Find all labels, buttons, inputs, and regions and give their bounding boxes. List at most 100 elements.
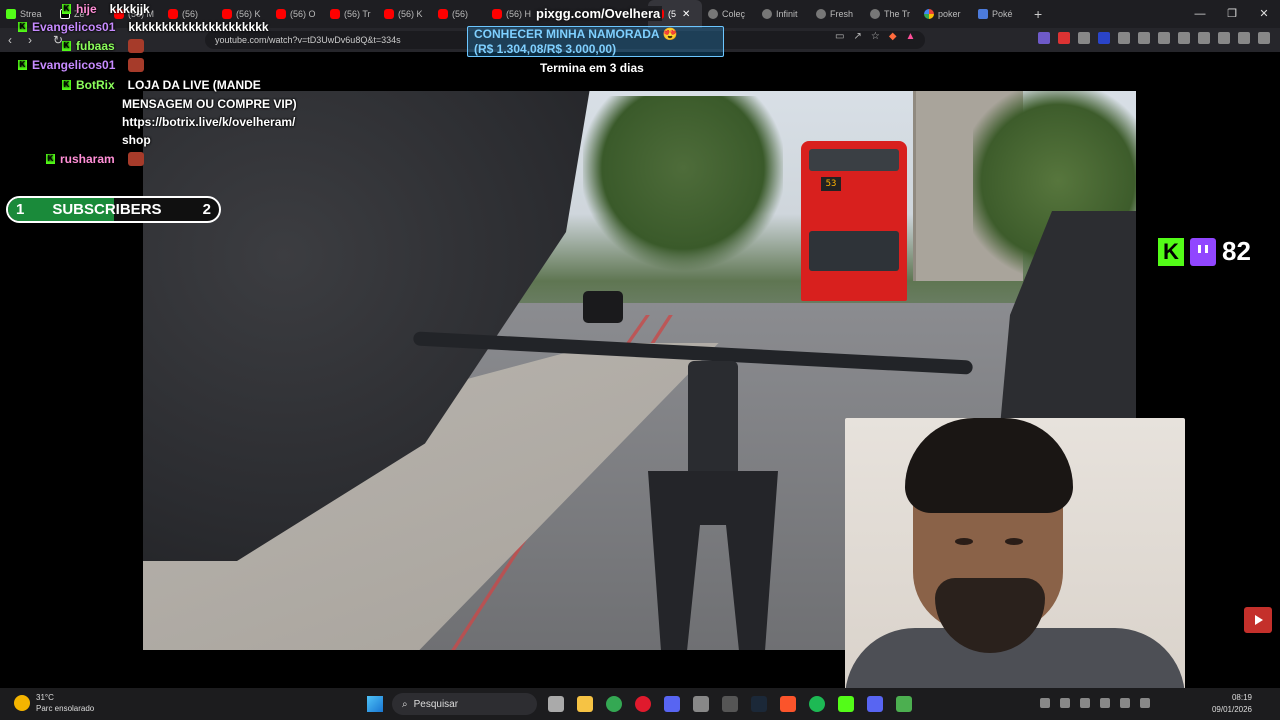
chat-text: kkkkkkkkkkkkkkkkkkkkk	[128, 20, 269, 34]
sidebar-icon[interactable]	[1178, 32, 1190, 44]
weather-temp: 31°C	[36, 693, 54, 702]
webcam-eye	[1005, 538, 1023, 545]
tab-label: (56)	[452, 9, 469, 19]
browser-tab[interactable]: (56) K	[378, 0, 432, 28]
discord-icon[interactable]	[867, 696, 883, 712]
opera-icon[interactable]	[635, 696, 651, 712]
leo-ai-icon[interactable]	[1218, 32, 1230, 44]
close-window-button[interactable]: ✕	[1248, 0, 1280, 28]
share-icon[interactable]: ↗	[853, 31, 861, 42]
spotify-icon[interactable]	[809, 696, 825, 712]
kick-badge-icon: K	[18, 60, 27, 70]
minimize-button[interactable]: —	[1184, 0, 1216, 28]
webcam-hair	[905, 418, 1073, 513]
chrome-icon[interactable]	[606, 696, 622, 712]
generic-favicon-icon	[708, 9, 718, 19]
app-icon[interactable]	[838, 696, 854, 712]
volume-icon[interactable]	[1140, 698, 1150, 708]
browser-tab[interactable]: Infinit	[756, 0, 810, 28]
start-button[interactable]	[367, 696, 383, 712]
extension-icon[interactable]	[1038, 32, 1050, 44]
browser-tab[interactable]: (56) Tr	[324, 0, 378, 28]
kick-badge-icon: K	[46, 154, 55, 164]
tab-label: (5	[668, 9, 677, 19]
chat-username[interactable]: BotRix	[76, 78, 115, 92]
extension-icon[interactable]	[1058, 32, 1070, 44]
chat-message: Kfubaas	[62, 39, 144, 53]
weather-icon	[14, 695, 30, 711]
tab-label: Coleç	[722, 9, 746, 19]
blue-favicon-icon	[978, 9, 988, 19]
viewer-count-value: 82	[1222, 236, 1251, 266]
chat-username[interactable]: Evangelicos01	[32, 58, 115, 72]
brave-rewards-icon[interactable]: ▲	[906, 31, 916, 42]
extension-icon[interactable]	[1098, 32, 1110, 44]
chat-username[interactable]: hije	[76, 2, 97, 16]
browser-tab[interactable]: Coleç	[702, 0, 756, 28]
cast-icon[interactable]: ▭	[835, 31, 844, 42]
tray-icon[interactable]	[1080, 698, 1090, 708]
chat-text: kkkkjjk	[109, 2, 150, 16]
bookmark-star-icon[interactable]: ☆	[871, 31, 880, 42]
chat-username[interactable]: fubaas	[76, 39, 115, 53]
brave-shield-icon[interactable]: ◆	[889, 31, 897, 42]
browser-tab[interactable]: (56) O	[270, 0, 324, 28]
app-icon[interactable]	[664, 696, 680, 712]
app-icon[interactable]	[693, 696, 709, 712]
extension-icon[interactable]	[1118, 32, 1130, 44]
close-tab-icon[interactable]: ✕	[682, 9, 690, 20]
generic-favicon-icon	[870, 9, 880, 19]
goal-amount: (R$ 1.304,08/R$ 3.000,00)	[474, 42, 617, 56]
menu-icon[interactable]	[1258, 32, 1270, 44]
file-explorer-icon[interactable]	[577, 696, 593, 712]
taskbar-search[interactable]: ⌕ Pesquisar	[392, 693, 537, 715]
youtube-favicon-icon	[330, 9, 340, 19]
youtube-favicon-icon	[438, 9, 448, 19]
wifi-icon[interactable]	[1120, 698, 1130, 708]
browser-tab[interactable]: Poké	[972, 0, 1026, 28]
back-button[interactable]: ‹	[0, 33, 20, 47]
weather-widget[interactable]: 31°C Parc ensolarado	[14, 692, 94, 714]
browser-tab[interactable]: Fresh	[810, 0, 864, 28]
youtube-favicon-icon	[384, 9, 394, 19]
wallet-icon[interactable]	[1198, 32, 1210, 44]
chat-text: shop	[122, 133, 151, 147]
tray-icon[interactable]	[1100, 698, 1110, 708]
maximize-button[interactable]: ❐	[1216, 0, 1248, 28]
brave-icon[interactable]	[780, 696, 796, 712]
task-view-icon[interactable]	[548, 696, 564, 712]
taskbar-apps	[548, 696, 912, 712]
chat-username[interactable]: rusharam	[60, 152, 115, 166]
chat-text: LOJA DA LIVE (MANDE	[127, 78, 261, 92]
chat-username[interactable]: Evangelicos01	[32, 20, 115, 34]
forward-button[interactable]: ›	[20, 33, 40, 47]
kick-favicon-icon	[6, 9, 16, 19]
chat-text: MENSAGEM OU COMPRE VIP)	[122, 97, 297, 111]
chat-message: Khije kkkkjjk	[62, 2, 150, 16]
new-tab-button[interactable]: +	[1026, 6, 1050, 22]
chat-emote-icon	[128, 58, 145, 72]
tray-icon[interactable]	[1060, 698, 1070, 708]
app-icon[interactable]	[722, 696, 738, 712]
goal-title: CONHECER MINHA NAMORADA 😍	[474, 27, 678, 41]
browser-tab[interactable]: poker	[918, 0, 972, 28]
chat-message: K Evangelicos01 kkkkkkkkkkkkkkkkkkkkk	[18, 20, 269, 34]
app-icon[interactable]	[896, 696, 912, 712]
steam-icon[interactable]	[751, 696, 767, 712]
browser-tab[interactable]: (56) H	[486, 0, 540, 28]
channel-url-overlay: pixgg.com/Ovelhera	[534, 6, 663, 21]
system-tray	[1040, 698, 1150, 708]
media-icon[interactable]	[1158, 32, 1170, 44]
extension-icon[interactable]	[1078, 32, 1090, 44]
viewer-count: K 82	[1158, 236, 1251, 267]
video-scene-stem	[688, 361, 738, 481]
browser-tab[interactable]: The Tr	[864, 0, 918, 28]
tray-icon[interactable]	[1040, 698, 1050, 708]
extensions-puzzle-icon[interactable]	[1138, 32, 1150, 44]
youtube-subscribe-icon[interactable]	[1244, 607, 1272, 633]
browser-tab[interactable]: (56)	[432, 0, 486, 28]
vpn-icon[interactable]	[1238, 32, 1250, 44]
tab-label: (56) K	[236, 9, 261, 19]
subscribers-current: 1	[16, 201, 25, 218]
clock[interactable]: 08:19 09/01/2026	[1212, 692, 1252, 716]
